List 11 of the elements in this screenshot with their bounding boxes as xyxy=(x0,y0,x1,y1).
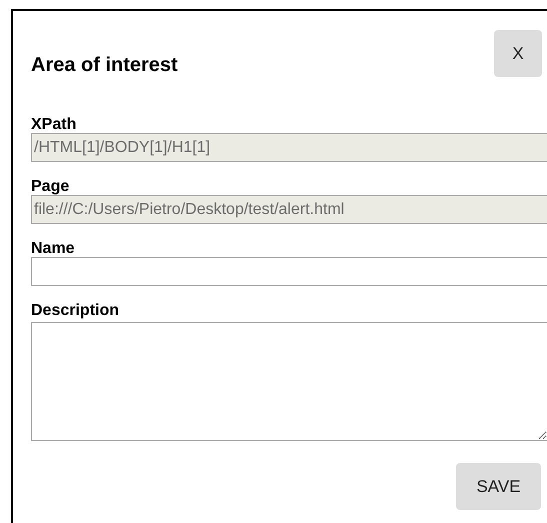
text-field[interactable]: /HTML[1]/BODY[1]/H1[1] xyxy=(31,133,547,162)
field-label: Name xyxy=(31,240,76,258)
close-button[interactable]: X xyxy=(494,30,542,77)
save-button[interactable]: SAVE xyxy=(456,463,541,510)
field-label: Page xyxy=(31,178,70,196)
dialog-title: Area of interest xyxy=(31,53,178,78)
description-field[interactable] xyxy=(31,322,547,441)
field-label: Description xyxy=(31,302,120,320)
field-label: XPath xyxy=(31,116,78,134)
text-field[interactable] xyxy=(31,257,547,286)
text-field[interactable]: file:///C:/Users/Pietro/Desktop/test/alert.html xyxy=(31,195,547,224)
